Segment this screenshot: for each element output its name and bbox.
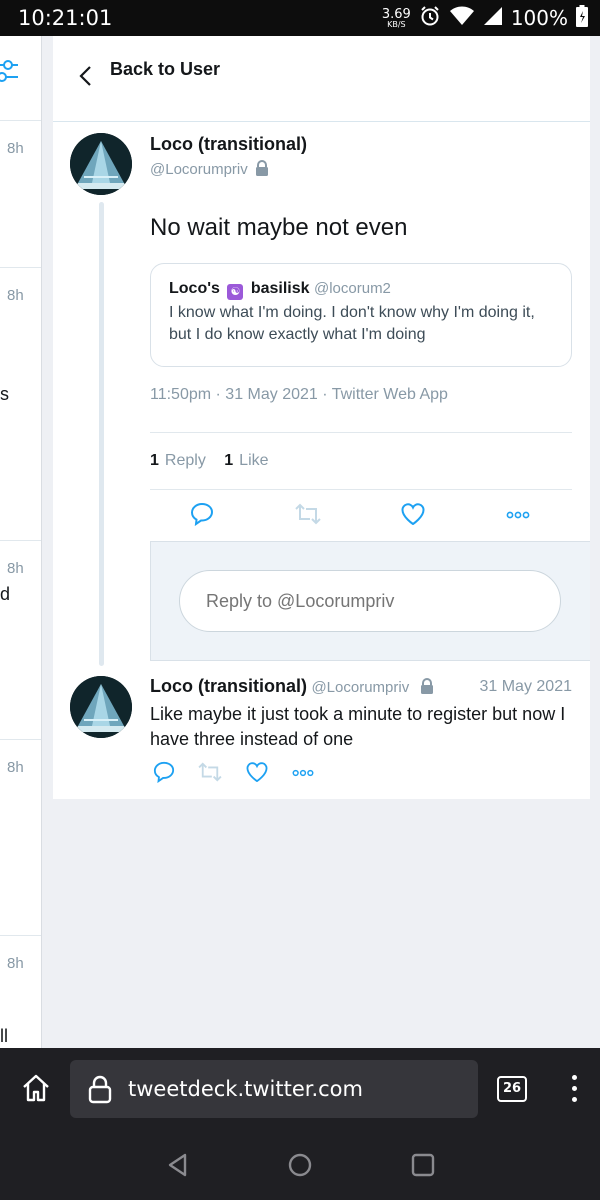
- divider: [0, 935, 41, 936]
- divider: [150, 489, 572, 490]
- dot: [571, 1075, 577, 1080]
- reply-icon: [190, 502, 214, 531]
- dot: [571, 1097, 577, 1102]
- battery-icon: [576, 4, 588, 32]
- back-button[interactable]: [73, 64, 97, 92]
- recents-nav-button[interactable]: [410, 1152, 436, 1178]
- dot: [571, 1086, 577, 1091]
- home-nav-button[interactable]: [287, 1152, 313, 1178]
- address-bar[interactable]: tweetdeck.twitter.com: [70, 1060, 478, 1118]
- tab-switcher-button[interactable]: 26: [497, 1076, 527, 1102]
- divider: [0, 739, 41, 740]
- menu-button[interactable]: [566, 1072, 582, 1106]
- more-button[interactable]: [504, 502, 532, 530]
- heart-icon: [401, 502, 425, 530]
- author-handle[interactable]: @Locorumpriv: [311, 679, 409, 696]
- tweet-text: No wait maybe not even: [150, 214, 408, 241]
- text-fragment: d: [0, 584, 11, 604]
- net-speed: 3.69 KB/S: [382, 8, 411, 29]
- tweet-time: 8h: [7, 759, 24, 776]
- like-button[interactable]: [399, 502, 427, 530]
- tweet-time: 8h: [7, 955, 24, 972]
- text-fragment: ll: [0, 1026, 8, 1046]
- reply-count-label[interactable]: Reply: [165, 452, 206, 469]
- like-count-label[interactable]: Like: [239, 452, 268, 469]
- quote-author-handle: @locorum2: [313, 280, 391, 297]
- square-recents-icon: [410, 1153, 436, 1182]
- battery-level: 100%: [510, 6, 568, 30]
- lock-icon: [254, 160, 270, 181]
- tweet-author[interactable]: Loco (transitional) @Locorumpriv: [150, 134, 307, 181]
- thread-connector: [99, 202, 104, 666]
- url-text[interactable]: tweetdeck.twitter.com: [128, 1077, 363, 1101]
- retweet-button[interactable]: [196, 760, 224, 788]
- author-name[interactable]: Loco (transitional): [150, 676, 307, 696]
- browser-toolbar: tweetdeck.twitter.com 26: [0, 1048, 600, 1130]
- tweet-actions: [150, 760, 350, 786]
- thread-content: Back to User Loco (transitional) @Locoru…: [53, 36, 590, 799]
- lock-icon: [88, 1074, 112, 1109]
- filter-icon[interactable]: [0, 58, 24, 89]
- yin-yang-icon: ☯: [227, 284, 244, 300]
- reply-tweet-header: Loco (transitional) @Locorumpriv 31 May …: [150, 676, 572, 699]
- net-speed-unit: KB/S: [387, 19, 406, 29]
- triangle-back-icon: [165, 1153, 191, 1182]
- divider: [0, 540, 41, 541]
- status-bar: 10:21:01 3.69 KB/S 100%: [0, 0, 600, 36]
- reply-input[interactable]: [179, 570, 561, 632]
- author-handle[interactable]: @Locorumpriv: [150, 161, 248, 178]
- wifi-icon: [449, 6, 475, 31]
- text-fragment: s: [0, 384, 9, 404]
- back-to-user-link[interactable]: Back to User: [110, 59, 220, 80]
- tweet-time: 8h: [7, 140, 24, 157]
- heart-icon: [246, 761, 268, 787]
- more-icon: [506, 507, 530, 525]
- home-button[interactable]: [20, 1072, 52, 1104]
- status-indicators: 3.69 KB/S 100%: [382, 4, 588, 32]
- reply-count: 1: [150, 452, 159, 469]
- status-time: 10:21:01: [18, 6, 113, 30]
- retweet-button[interactable]: [294, 502, 322, 530]
- quote-author-name-prefix: Loco's: [169, 280, 220, 297]
- like-count: 1: [224, 452, 234, 469]
- lock-icon: [419, 678, 435, 699]
- reply-area: [150, 541, 590, 661]
- signal-icon: [483, 6, 503, 31]
- system-nav-bar: [0, 1130, 600, 1200]
- tweet-time: 8h: [7, 560, 24, 577]
- chevron-left-icon: [78, 65, 92, 92]
- avatar[interactable]: [70, 133, 132, 195]
- alarm-icon: [419, 5, 441, 32]
- quote-text: I know what I'm doing. I don't know why …: [169, 304, 535, 343]
- tweet-date[interactable]: 31 May 2021: [479, 678, 572, 696]
- divider: [0, 120, 41, 121]
- retweet-icon: [198, 762, 222, 787]
- quoted-tweet[interactable]: Loco's ☯ basilisk @locorum2 I know what …: [150, 263, 572, 367]
- column-header: Back to User: [53, 36, 590, 122]
- more-icon: [292, 765, 314, 783]
- avatar[interactable]: [70, 676, 132, 738]
- author-name[interactable]: Loco (transitional): [150, 134, 307, 155]
- reply-icon: [153, 761, 175, 788]
- like-button[interactable]: [243, 760, 271, 788]
- tweet-actions: [150, 502, 572, 532]
- tweet-time: 8h: [7, 287, 24, 304]
- thread-column: Back to User Loco (transitional) @Locoru…: [53, 36, 590, 1048]
- retweet-icon: [295, 503, 321, 530]
- divider: [150, 432, 572, 433]
- more-button[interactable]: [289, 760, 317, 788]
- quote-author-name-suffix: basilisk: [250, 280, 310, 297]
- column-gutter: [43, 36, 53, 1048]
- tweet-meta[interactable]: 11:50pm · 31 May 2021 · Twitter Web App: [150, 386, 448, 404]
- home-icon: [20, 1074, 52, 1108]
- reply-button[interactable]: [150, 760, 178, 788]
- tweet-text: Like maybe it just took a minute to regi…: [150, 704, 566, 749]
- left-column: 8h 8h s 8h d 8h 8h ll: [0, 36, 42, 1048]
- reply-button[interactable]: [188, 502, 216, 530]
- divider: [0, 267, 41, 268]
- back-nav-button[interactable]: [165, 1152, 191, 1178]
- circle-home-icon: [287, 1153, 313, 1182]
- tweet-stats: 1 Reply 1 Like: [150, 452, 269, 470]
- net-speed-value: 3.69: [381, 6, 411, 22]
